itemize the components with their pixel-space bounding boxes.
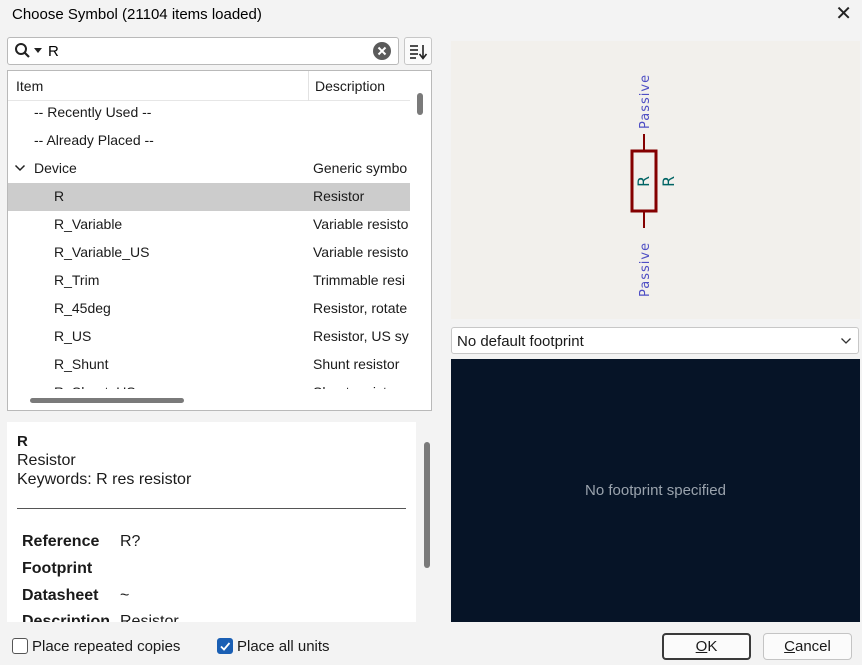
bottom-pin-type-label: Passive [638, 242, 653, 297]
footprint-select-value: No default footprint [457, 333, 584, 350]
tree-row-r-us[interactable]: R_US Resistor, US syi [8, 323, 410, 351]
row-name: R [54, 188, 65, 204]
footprint-preview: No footprint specified [451, 359, 860, 622]
search-field[interactable] [7, 37, 399, 65]
property-key: Datasheet [22, 587, 99, 604]
ok-label-rest: K [707, 638, 718, 655]
footprint-select[interactable]: No default footprint [451, 327, 859, 354]
tree-row-recently-used[interactable]: -- Recently Used -- [8, 99, 410, 127]
sort-icon [410, 45, 428, 60]
property-value[interactable]: ~ [120, 587, 129, 605]
row-name: -- Already Placed -- [34, 132, 154, 148]
property-value: R? [120, 533, 141, 550]
tree-horizontal-scrollbar[interactable] [30, 398, 184, 403]
symbol-details: R Resistor Keywords: R res resistor Refe… [7, 422, 416, 622]
checkbox-box[interactable] [12, 638, 28, 654]
clear-icon[interactable] [372, 41, 392, 61]
tree-row-already-placed[interactable]: -- Already Placed -- [8, 127, 410, 155]
sort-button[interactable] [404, 37, 432, 65]
value-label: R [634, 176, 653, 187]
property-key: Reference [22, 533, 100, 550]
row-name: R_Variable [54, 216, 123, 232]
tree-row-r-shunt[interactable]: R_Shunt Shunt resistor [8, 351, 410, 379]
close-icon[interactable]: ✕ [835, 2, 852, 26]
ok-button[interactable]: OK [662, 633, 751, 660]
cancel-label-rest: ancel [794, 638, 831, 655]
tree-header: Item Description [8, 71, 410, 101]
details-scrollbar[interactable] [424, 442, 430, 568]
tree-row-device[interactable]: Device Generic symbo [8, 155, 410, 183]
title-bar: Choose Symbol (21104 items loaded) ✕ [0, 0, 862, 30]
check-icon [220, 642, 231, 651]
row-description: Shunt resistor [313, 356, 400, 372]
tree-row-r-variable-us[interactable]: R_Variable_US Variable resisto [8, 239, 410, 267]
row-name: R_Variable_US [54, 244, 150, 260]
row-description: Generic symbo [313, 160, 408, 176]
tree-row-r-45deg[interactable]: R_45deg Resistor, rotate [8, 295, 410, 323]
row-name: Device [34, 160, 77, 176]
chevron-down-icon [841, 338, 851, 344]
row-description: Variable resisto [313, 216, 409, 232]
symbol-preview: Passive Passive R R [451, 41, 860, 319]
footprint-message: No footprint specified [585, 482, 726, 499]
symbol-tree[interactable]: Item Description -- Recently Used -- -- … [7, 70, 432, 411]
tree-row-r[interactable]: R Resistor [8, 183, 410, 211]
row-name: R_45deg [54, 300, 111, 316]
tree-vertical-scrollbar[interactable] [417, 93, 423, 115]
row-name: R_US [54, 328, 92, 344]
reference-label: R [659, 176, 678, 187]
details-divider [17, 508, 406, 509]
checkbox-label[interactable]: Place all units [237, 638, 330, 655]
cancel-button[interactable]: Cancel [763, 633, 852, 660]
search-input[interactable] [48, 41, 368, 61]
checkbox-label[interactable]: Place repeated copies [32, 638, 180, 655]
property-key: Description [22, 613, 111, 622]
checkbox-box[interactable] [217, 638, 233, 654]
top-pin-type-label: Passive [638, 74, 653, 129]
column-divider[interactable] [308, 71, 309, 101]
row-name: R_Shunt [54, 356, 109, 372]
search-icon[interactable] [14, 42, 44, 60]
row-description: Resistor [313, 188, 365, 204]
tree-row-r-variable[interactable]: R_Variable Variable resisto [8, 211, 410, 239]
column-header-item[interactable]: Item [16, 78, 43, 94]
details-description: Resistor [17, 452, 76, 469]
row-description: Resistor, rotate [313, 300, 408, 316]
expand-chevron-icon[interactable] [14, 162, 26, 174]
details-symbol-name: R [17, 433, 28, 450]
row-description: Variable resisto [313, 244, 409, 260]
resistor-symbol: Passive Passive R R [630, 74, 678, 297]
column-header-description[interactable]: Description [315, 78, 385, 94]
row-name: -- Recently Used -- [34, 104, 152, 120]
row-description: Trimmable resi [313, 272, 406, 288]
tree-row-r-trim[interactable]: R_Trim Trimmable resi [8, 267, 410, 295]
details-keywords: Keywords: R res resistor [17, 471, 192, 488]
row-name: R_Trim [54, 272, 100, 288]
row-description: Resistor, US syi [313, 328, 409, 344]
property-value: Resistor [120, 613, 179, 622]
property-key: Footprint [22, 560, 93, 577]
cancel-mnemonic: C [784, 638, 795, 655]
ok-mnemonic: O [695, 638, 708, 655]
window-title: Choose Symbol (21104 items loaded) [12, 6, 262, 23]
